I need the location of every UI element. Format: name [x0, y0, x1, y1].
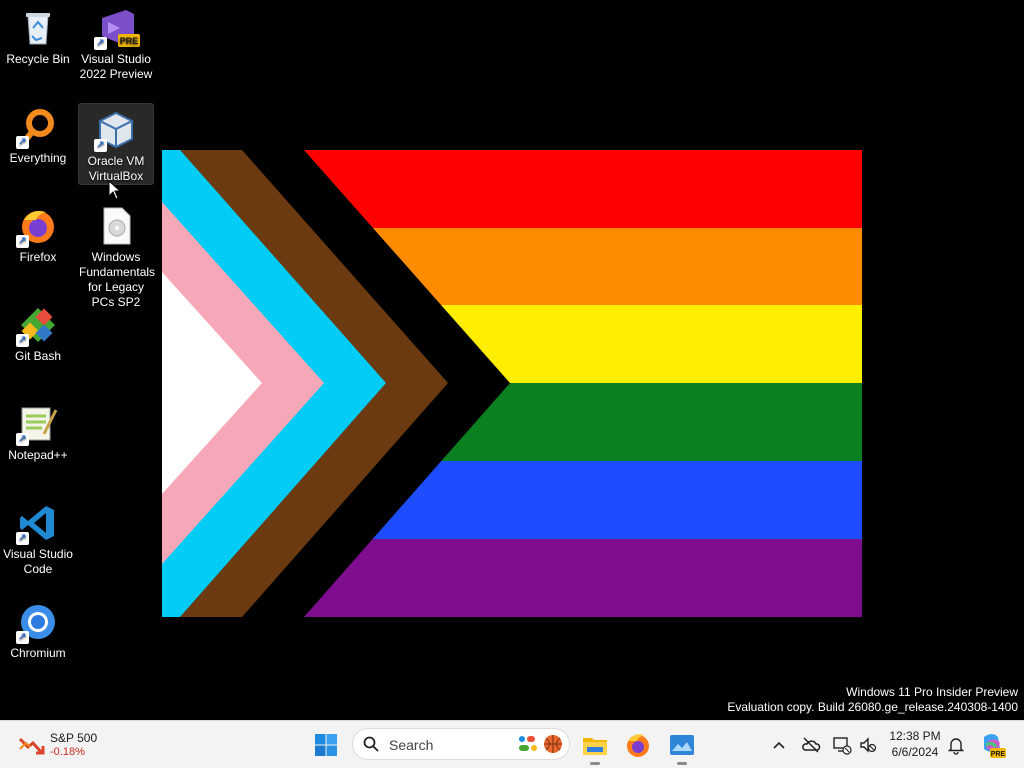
- desktop-icon-label: Recycle Bin: [6, 52, 70, 66]
- desktop-icon-label: Notepad++: [8, 448, 68, 462]
- desktop-icon-recycle-bin[interactable]: Recycle Bin: [1, 2, 75, 67]
- clock-time: 12:38 PM: [889, 729, 941, 743]
- shortcut-arrow-icon: ↗: [16, 532, 29, 545]
- clock-date: 6/6/2024: [891, 745, 939, 759]
- virtualbox-cube-icon: ↗: [94, 110, 136, 152]
- stock-change: -0.18%: [50, 746, 85, 758]
- copilot-icon: PRE: [984, 734, 1006, 758]
- windows-logo-icon: [315, 734, 337, 756]
- pre-badge-text: PRE: [120, 36, 139, 46]
- mouse-pointer-icon: [108, 180, 122, 200]
- shortcut-arrow-icon: ↗: [16, 433, 29, 446]
- firefox-icon: [627, 734, 649, 757]
- recycle-bin-icon: [18, 8, 58, 48]
- desktop-icon-label: Firefox: [19, 250, 57, 264]
- shortcut-arrow-icon: ↗: [16, 235, 29, 248]
- desktop-icon-notepad-plus-plus[interactable]: ↗ Notepad++: [1, 398, 75, 463]
- taskbar-photos[interactable]: [668, 731, 696, 765]
- desktop-icon-firefox[interactable]: ↗ Firefox: [1, 200, 75, 265]
- document-disc-icon: [96, 206, 136, 246]
- wallpaper-progress-pride-flag: [162, 150, 862, 617]
- visual-studio-icon: PRE ↗: [94, 8, 140, 50]
- copilot-pre-badge: PRE: [991, 751, 1006, 758]
- desktop-icon-visual-studio-code[interactable]: ↗ Visual Studio Code: [1, 497, 75, 577]
- desktop-icon-git-bash[interactable]: ↗ Git Bash: [1, 299, 75, 364]
- start-button[interactable]: [314, 733, 338, 757]
- chromium-icon: ↗: [16, 602, 58, 644]
- desktop-icon-visual-studio-2022-preview[interactable]: PRE ↗ Visual Studio 2022 Preview: [79, 2, 153, 82]
- running-indicator: [590, 762, 600, 765]
- watermark-build: Evaluation copy. Build 26080.ge_release.…: [727, 700, 1018, 714]
- watermark-edition: Windows 11 Pro Insider Preview: [846, 685, 1018, 699]
- taskbar: S&P 500 -0.18% Search 12:38 PM 6/6/2024 …: [0, 720, 1024, 768]
- taskbar-file-explorer[interactable]: [581, 731, 609, 765]
- show-hidden-icons-button[interactable]: [769, 735, 789, 755]
- running-indicator: [677, 762, 687, 765]
- notepad-plus-plus-icon: ↗: [16, 404, 58, 446]
- bell-icon: [947, 738, 965, 755]
- desktop-icon-oracle-vm-virtualbox[interactable]: ↗ Oracle VM VirtualBox: [78, 103, 154, 185]
- taskbar-firefox[interactable]: [624, 731, 652, 759]
- search-icon: [363, 736, 379, 752]
- shortcut-arrow-icon: ↗: [94, 37, 107, 50]
- file-explorer-folder-icon: [583, 738, 607, 755]
- shortcut-arrow-icon: ↗: [16, 334, 29, 347]
- stock-title: S&P 500: [50, 731, 98, 745]
- volume-tray-button[interactable]: [858, 735, 878, 755]
- desktop-icon-label: Git Bash: [14, 349, 62, 363]
- onedrive-tray-button[interactable]: [801, 735, 821, 755]
- windows-evaluation-watermark: Windows 11 Pro Insider Preview Evaluatio…: [727, 685, 1018, 715]
- search-highlight-icon: [519, 735, 562, 753]
- copilot-button[interactable]: PRE: [978, 731, 1006, 759]
- shortcut-arrow-icon: ↗: [94, 139, 107, 152]
- speaker-muted-icon: [860, 737, 877, 753]
- taskbar-clock[interactable]: 12:38 PM 6/6/2024: [882, 728, 948, 760]
- onedrive-offline-icon: [802, 737, 821, 753]
- desktop-icon-label: Visual Studio 2022 Preview: [79, 52, 153, 81]
- photos-app-icon: [670, 735, 694, 755]
- shortcut-arrow-icon: ↗: [16, 631, 29, 644]
- desktop-icon-label: Everything: [9, 151, 67, 165]
- network-disconnected-icon: [833, 737, 852, 755]
- search-input[interactable]: [387, 735, 511, 755]
- desktop-icon-label: Visual Studio Code: [3, 547, 73, 576]
- desktop-icon-chromium[interactable]: ↗ Chromium: [1, 596, 75, 661]
- network-tray-button[interactable]: [832, 735, 852, 755]
- git-bash-icon: ↗: [16, 305, 58, 347]
- desktop-icon-label: Chromium: [10, 646, 66, 660]
- firefox-icon: ↗: [16, 206, 58, 248]
- vscode-icon: ↗: [16, 503, 58, 545]
- desktop-icon-label: Windows Fundamentals for Legacy PCs SP2: [79, 250, 156, 309]
- notifications-button[interactable]: [946, 735, 966, 755]
- desktop-icon-windows-fundamentals[interactable]: Windows Fundamentals for Legacy PCs SP2: [79, 200, 156, 310]
- stock-down-chart-icon: [18, 737, 45, 755]
- widgets-stock-ticker[interactable]: S&P 500 -0.18%: [14, 729, 124, 761]
- chevron-up-icon: [773, 741, 785, 749]
- taskbar-search-box[interactable]: [352, 728, 570, 760]
- everything-search-icon: ↗: [16, 107, 58, 149]
- shortcut-arrow-icon: ↗: [16, 136, 29, 149]
- desktop-icon-everything[interactable]: ↗ Everything: [1, 101, 75, 166]
